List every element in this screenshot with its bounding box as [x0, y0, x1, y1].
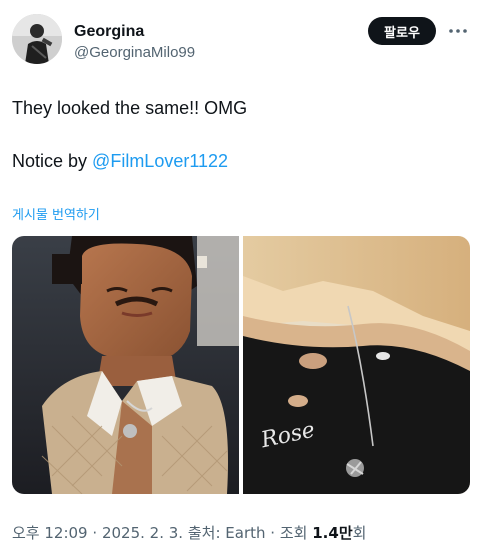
tweet-text-prefix: Notice by: [12, 151, 93, 171]
author-handle[interactable]: @GeorginaMilo99: [74, 43, 195, 63]
translate-post-link[interactable]: 게시물 번역하기: [12, 204, 100, 223]
avatar-photo: [12, 14, 62, 64]
media-grid: Rose: [12, 236, 470, 494]
views-suffix: 회: [352, 524, 367, 542]
separator-dot: ·: [92, 524, 98, 542]
views-label: 조회: [279, 524, 308, 542]
more-options-icon[interactable]: [446, 22, 470, 40]
tweet-meta: 오후 12:09 · 2025. 2. 3. 출처: Earth · 조회 1.…: [12, 522, 366, 543]
tweet-text-line-1: They looked the same!! OMG: [12, 98, 248, 118]
mention-link[interactable]: @FilmLover1122: [92, 151, 228, 171]
photo-right[interactable]: Rose: [243, 236, 470, 494]
tweet-time[interactable]: 오후 12:09: [12, 524, 88, 542]
avatar[interactable]: [12, 14, 62, 64]
source-label: 출처:: [187, 524, 221, 542]
tweet-date[interactable]: 2025. 2. 3.: [102, 524, 183, 542]
tweet-text-line-2: Notice by @FilmLover1122: [12, 149, 228, 173]
author-display-name[interactable]: Georgina: [74, 22, 144, 42]
tweet-header: Georgina @GeorginaMilo99 팔로우: [0, 0, 480, 80]
source-value: Earth: [225, 524, 266, 542]
separator-dot-2: ·: [270, 524, 276, 542]
photo-left[interactable]: [12, 236, 239, 494]
follow-button[interactable]: 팔로우: [368, 17, 436, 45]
views-count[interactable]: 1.4만: [312, 524, 352, 542]
